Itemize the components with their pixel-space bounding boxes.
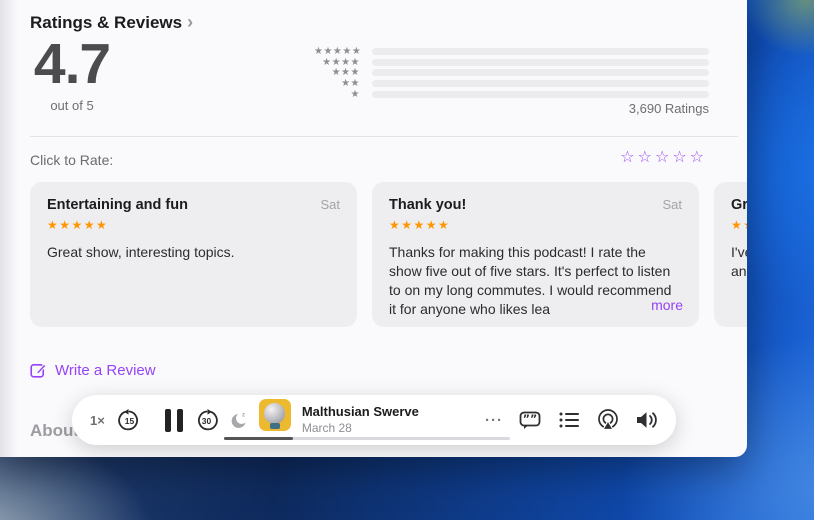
histogram-row-5: ★★★★★ [314,46,709,57]
star-row-label: ★★ [341,78,360,90]
write-review-label: Write a Review [55,362,156,379]
transcript-icon[interactable]: ”” [518,408,542,432]
track-title: Malthusian Swerve [301,403,419,419]
now-playing-info[interactable]: Malthusian Swerve March 28 [301,403,419,436]
section-divider [30,136,738,137]
bar-track [372,58,709,66]
podcast-window: Ratings & Reviews › 4.7 out of 5 ★★★★★ ★★… [0,0,747,457]
review-date: Sat [662,197,682,212]
review-title: Thank you! [389,197,467,213]
left-edge-fade [0,0,18,457]
bar-track [372,69,709,77]
total-ratings-label: 3,690 Ratings [628,101,709,116]
reviews-carousel: Entertaining and fun Sat ★★★★★ Great sho… [30,182,747,327]
bar-track [372,80,709,88]
review-title: Entertaining and fun [47,197,188,213]
volume-icon[interactable] [635,409,661,431]
compose-icon [30,362,47,379]
chevron-right-icon: › [187,12,194,32]
bar-track [372,90,709,98]
playback-speed-button[interactable]: 1× [90,413,105,428]
review-stars: ★★★★★ [389,218,451,232]
track-date: March 28 [301,420,352,435]
disco-ball-art [263,403,285,424]
histogram-row-1: ★ [314,88,709,100]
review-stars: ★★ [731,218,747,232]
svg-text:30: 30 [202,416,212,426]
svg-text:””: ”” [523,413,537,426]
progress-played [224,437,293,440]
review-card[interactable]: Thank you! Sat ★★★★★ Thanks for making t… [372,182,699,327]
rating-summary: 4.7 out of 5 [30,33,114,113]
ratings-reviews-header[interactable]: Ratings & Reviews › [30,12,193,33]
out-of-label: out of 5 [50,98,94,113]
review-body: Great show, interesting topics. [47,244,235,260]
histogram-row-2: ★★ [314,78,709,90]
rate-stars-input[interactable]: ☆☆☆☆☆ [620,147,707,167]
review-stars: ★★★★★ [47,218,109,232]
mini-player-bar: 1× 15 30 z Malthusian Swerve March 28 ··… [72,395,676,445]
click-to-rate-label: Click to Rate: [30,152,114,168]
write-review-button[interactable]: Write a Review [30,362,156,379]
star-row-label: ★★★★★ [314,46,362,57]
rating-histogram: ★★★★★ ★★★★ ★★★ ★★ ★ [314,46,709,101]
section-title: Ratings & Reviews [30,13,183,32]
histogram-row-3: ★★★ [314,67,709,79]
more-options-button[interactable]: ··· [485,412,503,429]
svg-text:15: 15 [125,416,135,426]
bar-track [372,48,709,55]
review-card[interactable]: Gre ★★ I've and [714,182,747,327]
airplay-audio-icon[interactable] [596,408,620,432]
sleep-timer-moon-icon[interactable]: z [229,410,249,430]
skip-forward-30-icon[interactable]: 30 [195,408,218,432]
star-row-label: ★ [350,88,360,100]
average-rating: 4.7 [33,32,111,96]
star-row-label: ★★★★ [322,56,360,68]
review-body: I've and [731,244,747,279]
histogram-row-4: ★★★★ [314,56,709,68]
more-link[interactable]: more [651,297,683,313]
album-art[interactable] [258,399,291,431]
skip-back-15-icon[interactable]: 15 [118,408,141,432]
queue-list-icon[interactable] [557,408,581,432]
playback-progress-bar[interactable] [224,437,510,440]
star-row-label: ★★★ [331,67,360,79]
review-card[interactable]: Entertaining and fun Sat ★★★★★ Great sho… [30,182,357,327]
review-date: Sat [320,197,340,212]
pause-button[interactable] [164,408,183,432]
review-title: Gre [731,197,747,213]
svg-text:z: z [242,413,245,419]
